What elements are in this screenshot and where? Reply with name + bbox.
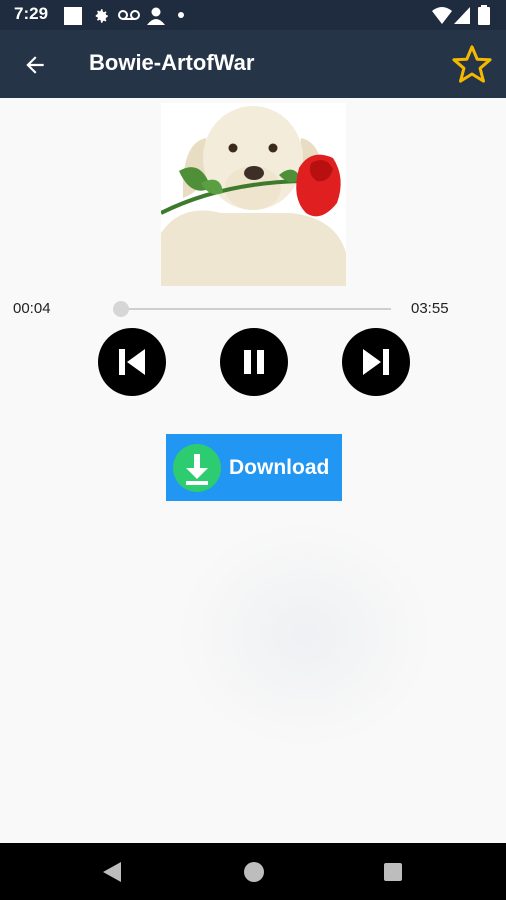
album-art [160,103,346,286]
skip-next-icon [363,349,389,375]
download-button[interactable]: Download [166,434,342,501]
nav-recents-icon[interactable] [383,862,403,882]
nav-home-icon[interactable] [243,861,265,883]
previous-button[interactable] [98,328,166,396]
account-icon [147,7,165,25]
download-icon [173,444,221,492]
next-button[interactable] [342,328,410,396]
dot-icon [178,12,184,18]
seek-thumb[interactable] [113,301,129,317]
status-bar: 7:29 [0,0,506,30]
app-bar: Bowie-ArtofWar [0,30,506,98]
battery-icon [478,5,490,25]
wifi-icon [432,7,452,24]
arrow-left-icon[interactable] [22,52,48,78]
navigation-bar [0,843,506,900]
elapsed-time: 00:04 [13,300,51,317]
download-label: Download [229,456,330,479]
pause-button[interactable] [220,328,288,396]
page-title: Bowie-ArtofWar [89,50,255,75]
ad-placeholder [175,520,435,750]
total-duration: 03:55 [411,300,449,317]
seek-bar[interactable] [113,301,391,317]
voicemail-icon [118,10,140,20]
status-time: 7:29 [14,4,49,23]
puppy-with-rose-image [160,103,346,286]
signal-icon [454,7,470,24]
skip-previous-icon [119,349,145,375]
square-icon [64,7,82,25]
pause-icon [244,350,264,374]
star-outline-icon[interactable] [451,44,493,84]
nav-back-icon[interactable] [101,861,123,883]
settings-icon [95,9,108,23]
